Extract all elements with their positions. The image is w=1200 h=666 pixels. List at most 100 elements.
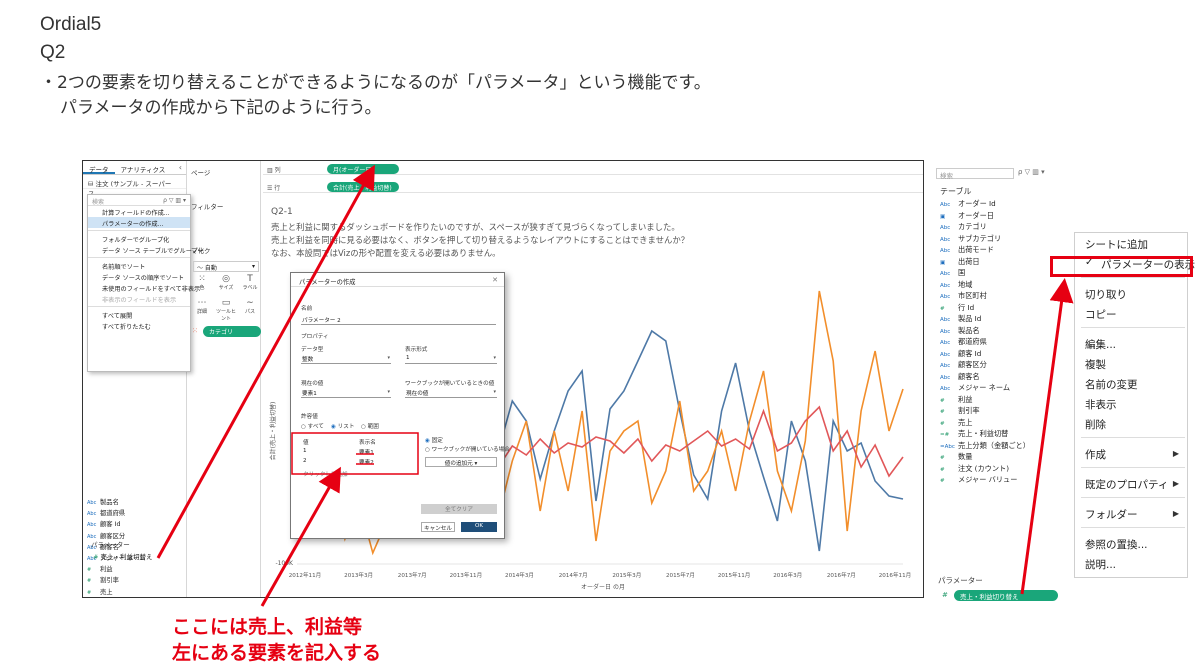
- list-row-1-display[interactable]: 要素1: [359, 448, 374, 456]
- tab-analytics[interactable]: アナリティクス: [115, 161, 172, 174]
- parameters-section-label: パラメーター: [91, 541, 130, 549]
- menu-item[interactable]: シートに追加: [1085, 237, 1148, 252]
- menu-item[interactable]: 複製: [1085, 357, 1106, 372]
- name-input[interactable]: パラメーター 2: [301, 316, 496, 325]
- context-menu-item[interactable]: データ ソース テーブルでグループ化: [88, 244, 204, 255]
- right-field-item[interactable]: Abc 市区町村: [940, 291, 1030, 303]
- menu-item[interactable]: 参照の置換...: [1085, 537, 1148, 552]
- collapse-pane-icon[interactable]: ‹: [175, 161, 186, 174]
- context-menu-item[interactable]: フォルダーでグループ化: [88, 233, 190, 244]
- columns-pill[interactable]: 月(オーダー日): [327, 164, 399, 174]
- field-item[interactable]: # 利益: [87, 564, 187, 575]
- parameter-item[interactable]: # 売上・利益切替え: [93, 551, 153, 561]
- right-search-input[interactable]: 検索: [936, 168, 1014, 180]
- parameter-pill[interactable]: 売上・利益切り替え: [954, 590, 1058, 601]
- right-field-item[interactable]: Abc サブカテゴリ: [940, 234, 1030, 246]
- right-field-item[interactable]: Abc 顧客区分: [940, 360, 1030, 372]
- workbook-open-dropdown[interactable]: 現在の値 ▾: [405, 389, 497, 398]
- context-menu-item[interactable]: データ ソースの順序でソート: [88, 271, 190, 282]
- context-search[interactable]: 検索 ρ ▽ ▥ ▾: [88, 195, 190, 206]
- right-pane-tool-icons[interactable]: ρ ▽ ▥ ▾: [1018, 168, 1045, 176]
- close-icon[interactable]: ✕: [492, 276, 498, 284]
- right-field-item[interactable]: =Abc 売上分類（金額ごと）: [940, 441, 1030, 453]
- context-menu-item[interactable]: 未使用のフィールドをすべて非表示: [88, 282, 200, 293]
- click-to-add[interactable]: クリックして追加: [303, 470, 348, 478]
- right-field-item[interactable]: # 売上: [940, 418, 1030, 430]
- clear-all-button[interactable]: 全てクリア: [421, 504, 497, 514]
- context-menu-item[interactable]: 名前順でソート: [88, 260, 190, 271]
- right-field-item[interactable]: Abc 出荷モード: [940, 245, 1030, 257]
- list-row-2-value[interactable]: 2: [303, 458, 307, 464]
- field-item[interactable]: # 売上: [87, 587, 187, 598]
- mark-button[interactable]: ◎ サイズ: [215, 274, 237, 296]
- menu-item[interactable]: 説明...: [1085, 557, 1116, 572]
- cancel-button[interactable]: キャンセル: [421, 522, 455, 532]
- tab-data[interactable]: データ: [83, 161, 115, 174]
- datasource-name[interactable]: ⛁ 注文 (サンプル - スーパース…: [83, 175, 186, 198]
- add-values-from-button[interactable]: 値の追加元 ▾: [425, 457, 497, 467]
- workbook-open-label: ワークブックが開いているときの値: [405, 381, 495, 387]
- field-item[interactable]: Abc 製品名: [87, 497, 187, 508]
- mark-type-dropdown[interactable]: 〜 自動 ▾: [193, 261, 259, 272]
- menu-item[interactable]: 編集...: [1085, 337, 1116, 352]
- right-field-item[interactable]: Abc 国: [940, 268, 1030, 280]
- field-item[interactable]: Abc 顧客 Id: [87, 519, 187, 530]
- format-dropdown[interactable]: 1 ▾: [405, 355, 497, 364]
- right-field-item[interactable]: # 注文 (カウント): [940, 464, 1030, 476]
- right-field-item[interactable]: Abc メジャー ネーム: [940, 383, 1030, 395]
- list-row-1-value[interactable]: 1: [303, 448, 307, 454]
- radio-list[interactable]: ◉ リスト: [331, 422, 354, 430]
- menu-item[interactable]: 非表示: [1085, 397, 1117, 412]
- mark-button[interactable]: ∼ パス: [239, 298, 261, 320]
- right-field-item[interactable]: # 利益: [940, 395, 1030, 407]
- field-item[interactable]: # 割引率: [87, 575, 187, 586]
- context-menu-item[interactable]: パラメーターの作成...: [88, 217, 190, 228]
- right-field-item[interactable]: Abc オーダー Id: [940, 199, 1030, 211]
- mark-button[interactable]: ⁙ 色: [191, 274, 213, 296]
- right-field-item[interactable]: Abc 顧客名: [940, 372, 1030, 384]
- right-field-item[interactable]: Abc カテゴリ: [940, 222, 1030, 234]
- right-field-item[interactable]: Abc 地域: [940, 280, 1030, 292]
- right-field-item[interactable]: =# 売上・利益切替: [940, 429, 1030, 441]
- right-parameters-label: パラメーター: [938, 576, 983, 585]
- rows-pill[interactable]: 合計(売上・利益切替): [327, 182, 399, 192]
- radio-fixed[interactable]: ◉ 固定: [425, 436, 443, 444]
- menu-item[interactable]: 名前の変更: [1085, 377, 1138, 392]
- context-menu-item[interactable]: すべて折りたたむ: [88, 320, 190, 331]
- menu-item[interactable]: 削除: [1085, 417, 1106, 432]
- mark-button[interactable]: ⋯ 詳細: [191, 298, 213, 320]
- menu-item[interactable]: コピー: [1085, 307, 1117, 322]
- menu-item[interactable]: 作成: [1085, 447, 1106, 462]
- menu-item[interactable]: フォルダー: [1085, 507, 1138, 522]
- ok-button[interactable]: OK: [461, 522, 497, 532]
- data-pane-context-menu: 検索 ρ ▽ ▥ ▾ 計算フィールドの作成... パラメーターの作成... フォルダー…: [87, 194, 204, 372]
- right-field-item[interactable]: # メジャー バリュー: [940, 475, 1030, 487]
- field-item[interactable]: Abc 都道府県: [87, 508, 187, 519]
- mark-button[interactable]: ▭ ツールヒント: [215, 298, 237, 322]
- radio-all[interactable]: ○ すべて: [301, 422, 324, 430]
- right-field-item[interactable]: # 割引率: [940, 406, 1030, 418]
- category-pill[interactable]: カテゴリ: [203, 326, 261, 337]
- right-field-item[interactable]: Abc 製品 Id: [940, 314, 1030, 326]
- context-menu-item[interactable]: 計算フィールドの作成...: [88, 206, 190, 217]
- context-menu-item[interactable]: 非表示のフィールドを表示: [88, 293, 190, 304]
- current-value-dropdown[interactable]: 要素1 ▾: [301, 389, 391, 398]
- right-field-item[interactable]: # 数量: [940, 452, 1030, 464]
- radio-when-workbook-opens[interactable]: ○ ワークブックが開いている場合: [425, 445, 510, 453]
- columns-shelf[interactable]: ▥ 列 月(オーダー日): [263, 163, 923, 175]
- right-field-item[interactable]: Abc 製品名: [940, 326, 1030, 338]
- mark-button[interactable]: T ラベル: [239, 274, 261, 296]
- rows-shelf[interactable]: ☰ 行 合計(売上・利益切替): [263, 181, 923, 193]
- list-row-2-display[interactable]: 要素2: [359, 458, 374, 466]
- datatype-dropdown[interactable]: 整数 ▾: [301, 355, 391, 364]
- chart-ylabel: 合計(売上・利益切替): [269, 402, 277, 461]
- right-field-item[interactable]: ▣ オーダー日: [940, 211, 1030, 223]
- menu-item[interactable]: 既定のプロパティ: [1085, 477, 1168, 492]
- right-field-item[interactable]: # 行 Id: [940, 303, 1030, 315]
- menu-item[interactable]: 切り取り: [1085, 287, 1127, 302]
- context-menu-item[interactable]: すべて展開: [88, 309, 190, 320]
- right-field-item[interactable]: Abc 都道府県: [940, 337, 1030, 349]
- radio-range[interactable]: ○ 範囲: [361, 422, 379, 430]
- right-field-item[interactable]: Abc 顧客 Id: [940, 349, 1030, 361]
- right-field-item[interactable]: ▣ 出荷日: [940, 257, 1030, 269]
